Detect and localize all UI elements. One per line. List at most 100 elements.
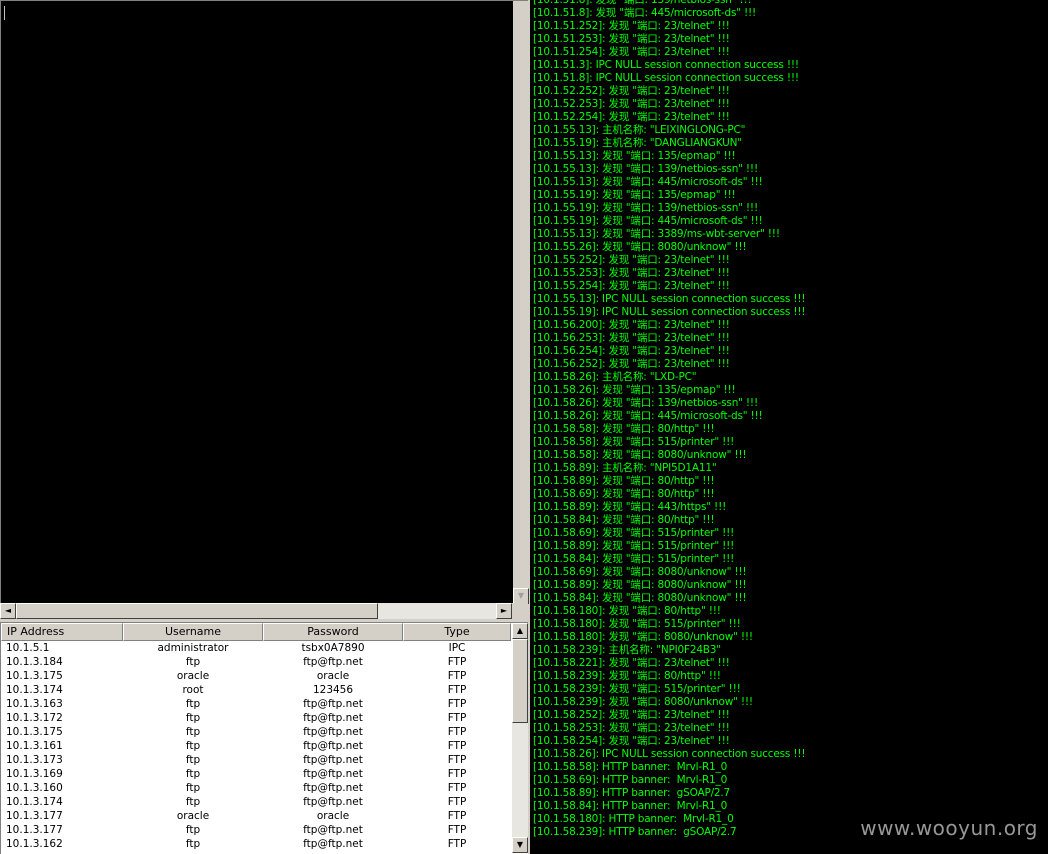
cell-type: FTP xyxy=(447,810,467,822)
cell-username: administrator xyxy=(157,642,229,654)
table-row[interactable]: 10.1.3.160 ftp ftp@ftp.net FTP xyxy=(1,781,528,795)
scroll-right-icon[interactable]: ► xyxy=(496,603,512,619)
cell-password: ftp@ftp.net xyxy=(303,656,363,668)
log-line: [10.1.58.239]: 发现 "端口: 8080/unknow" !!! xyxy=(533,696,753,708)
table-row[interactable]: 10.1.3.174 root 123456 FTP xyxy=(1,683,528,697)
log-line: [10.1.55.13]: 发现 "端口: 139/netbios-ssn" !… xyxy=(533,163,758,175)
horizontal-scroll-thumb[interactable] xyxy=(16,603,378,619)
cell-type: FTP xyxy=(447,656,467,668)
log-line: [10.1.55.26]: 发现 "端口: 8080/unknow" !!! xyxy=(533,241,747,253)
table-body: 10.1.5.1 administrator tsbx0A7890 IPC 10.1.3… xyxy=(1,641,528,851)
table-row[interactable]: 10.1.3.174 ftp ftp@ftp.net FTP xyxy=(1,795,528,809)
table-row[interactable]: 10.1.3.172 ftp ftp@ftp.net FTP xyxy=(1,711,528,725)
log-line: [10.1.51.254]: 发现 "端口: 23/telnet" !!! xyxy=(533,46,730,58)
table-row[interactable]: 10.1.3.175 ftp ftp@ftp.net FTP xyxy=(1,725,528,739)
cell-type: FTP xyxy=(447,740,467,752)
log-line: [10.1.58.239]: 发现 "端口: 515/printer" !!! xyxy=(533,683,741,695)
table-row[interactable]: 10.1.3.162 ftp ftp@ftp.net FTP xyxy=(1,837,528,851)
log-line: [10.1.58.69]: 发现 "端口: 80/http" !!! xyxy=(533,488,715,500)
table-row[interactable]: 10.1.3.184 ftp ftp@ftp.net FTP xyxy=(1,655,528,669)
scroll-left-icon[interactable]: ◄ xyxy=(0,603,16,619)
cell-ip-address: 10.1.3.177 xyxy=(6,810,63,822)
log-line: [10.1.58.26]: 发现 "端口: 139/netbios-ssn" !… xyxy=(533,397,758,409)
log-line: [10.1.58.84]: 发现 "端口: 515/printer" !!! xyxy=(533,553,735,565)
cell-ip-address: 10.1.3.175 xyxy=(6,726,63,738)
cell-type: FTP xyxy=(447,754,467,766)
log-line: [10.1.58.239]: 发现 "端口: 80/http" !!! xyxy=(533,670,721,682)
log-line: [10.1.52.252]: 发现 "端口: 23/telnet" !!! xyxy=(533,85,730,97)
cell-ip-address: 10.1.3.174 xyxy=(6,684,63,696)
log-line: [10.1.55.19]: 发现 "端口: 139/netbios-ssn" !… xyxy=(533,202,758,214)
log-line: [10.1.58.221]: 发现 "端口: 23/telnet" !!! xyxy=(533,657,730,669)
cell-type: FTP xyxy=(447,670,467,682)
console-scroll-down-icon[interactable]: ▼ xyxy=(513,588,529,604)
table-row[interactable]: 10.1.3.177 ftp ftp@ftp.net FTP xyxy=(1,823,528,837)
cell-ip-address: 10.1.3.173 xyxy=(6,754,63,766)
cell-password: ftp@ftp.net xyxy=(303,726,363,738)
table-row[interactable]: 10.1.3.161 ftp ftp@ftp.net FTP xyxy=(1,739,528,753)
cell-type: FTP xyxy=(447,824,467,836)
table-row[interactable]: 10.1.5.1 administrator tsbx0A7890 IPC xyxy=(1,641,528,655)
cell-password: tsbx0A7890 xyxy=(301,642,365,654)
console-output[interactable]: ▼ xyxy=(0,0,529,604)
cell-password: ftp@ftp.net xyxy=(303,698,363,710)
cell-type: FTP xyxy=(447,726,467,738)
cell-password: ftp@ftp.net xyxy=(303,838,363,850)
cell-username: ftp xyxy=(185,824,201,836)
column-header-ip-address[interactable]: IP Address xyxy=(1,623,123,641)
cell-username: ftp xyxy=(185,782,201,794)
cell-ip-address: 10.1.3.160 xyxy=(6,782,63,794)
column-header-password[interactable]: Password xyxy=(263,623,403,641)
cell-username: oracle xyxy=(176,670,210,682)
table-scroll-thumb[interactable] xyxy=(512,639,528,723)
table-scroll-up-icon[interactable]: ▲ xyxy=(512,623,528,639)
log-line: [10.1.52.253]: 发现 "端口: 23/telnet" !!! xyxy=(533,98,730,110)
cell-ip-address: 10.1.3.174 xyxy=(6,796,63,808)
log-line: [10.1.58.89]: 主机名称: "NPI5D1A11" xyxy=(533,462,717,474)
log-line: [10.1.58.239]: 主机名称: "NPI0F24B3" xyxy=(533,644,721,656)
log-line: [10.1.58.89]: 发现 "端口: 443/https" !!! xyxy=(533,501,727,513)
cell-username: ftp xyxy=(185,726,201,738)
cell-ip-address: 10.1.5.1 xyxy=(6,642,50,654)
log-line: [10.1.58.69]: 发现 "端口: 515/printer" !!! xyxy=(533,527,735,539)
console-vertical-scrollbar[interactable]: ▼ xyxy=(513,1,529,604)
scrollbar-corner xyxy=(512,603,528,619)
log-line: [10.1.58.180]: 发现 "端口: 80/http" !!! xyxy=(533,605,721,617)
log-line: [10.1.55.13]: 发现 "端口: 445/microsoft-ds" … xyxy=(533,176,763,188)
column-header-username[interactable]: Username xyxy=(123,623,263,641)
log-lines: [10.1.51.8]: 发现 "端口: 139/netbios-ssn" !!… xyxy=(533,0,806,839)
log-line: [10.1.56.253]: 发现 "端口: 23/telnet" !!! xyxy=(533,332,730,344)
cell-username: ftp xyxy=(185,796,201,808)
cell-ip-address: 10.1.3.177 xyxy=(6,824,63,836)
console-horizontal-scrollbar[interactable]: ◄ ► xyxy=(0,603,512,619)
log-line: [10.1.58.254]: 发现 "端口: 23/telnet" !!! xyxy=(533,735,730,747)
cell-password: ftp@ftp.net xyxy=(303,754,363,766)
log-line: [10.1.58.26]: IPC NULL session connectio… xyxy=(533,748,806,760)
table-scroll-down-icon[interactable]: ▼ xyxy=(512,837,528,853)
cell-username: ftp xyxy=(185,698,201,710)
table-row[interactable]: 10.1.3.163 ftp ftp@ftp.net FTP xyxy=(1,697,528,711)
log-line: [10.1.58.26]: 发现 "端口: 135/epmap" !!! xyxy=(533,384,736,396)
log-line: [10.1.58.180]: HTTP banner: Mrvl-R1_0 xyxy=(533,813,734,825)
table-row[interactable]: 10.1.3.173 ftp ftp@ftp.net FTP xyxy=(1,753,528,767)
cell-ip-address: 10.1.3.163 xyxy=(6,698,63,710)
column-header-type[interactable]: Type xyxy=(403,623,511,641)
cell-password: ftp@ftp.net xyxy=(303,824,363,836)
cell-type: FTP xyxy=(447,684,467,696)
table-vertical-scrollbar[interactable]: ▲ ▼ xyxy=(512,623,528,853)
log-line: [10.1.55.19]: 主机名称: "DANGLIANGKUN" xyxy=(533,137,742,149)
log-line: [10.1.58.84]: 发现 "端口: 8080/unknow" !!! xyxy=(533,592,747,604)
log-line: [10.1.51.3]: IPC NULL session connection… xyxy=(533,59,799,71)
cell-username: oracle xyxy=(176,810,210,822)
cell-username: ftp xyxy=(185,838,201,850)
log-line: [10.1.55.252]: 发现 "端口: 23/telnet" !!! xyxy=(533,254,730,266)
table-row[interactable]: 10.1.3.169 ftp ftp@ftp.net FTP xyxy=(1,767,528,781)
table-row[interactable]: 10.1.3.175 oracle oracle FTP xyxy=(1,669,528,683)
table-row[interactable]: 10.1.3.177 oracle oracle FTP xyxy=(1,809,528,823)
log-line: [10.1.51.8]: 发现 "端口: 445/microsoft-ds" !… xyxy=(533,7,757,19)
scan-log-panel[interactable]: [10.1.51.8]: 发现 "端口: 139/netbios-ssn" !!… xyxy=(530,0,1048,854)
log-line: [10.1.58.89]: HTTP banner: gSOAP/2.7 xyxy=(533,787,731,799)
log-line: [10.1.58.26]: 主机名称: "LXD-PC" xyxy=(533,371,697,383)
cell-username: ftp xyxy=(185,768,201,780)
results-table[interactable]: IP Address Username Password Type 10.1.5… xyxy=(0,622,528,854)
